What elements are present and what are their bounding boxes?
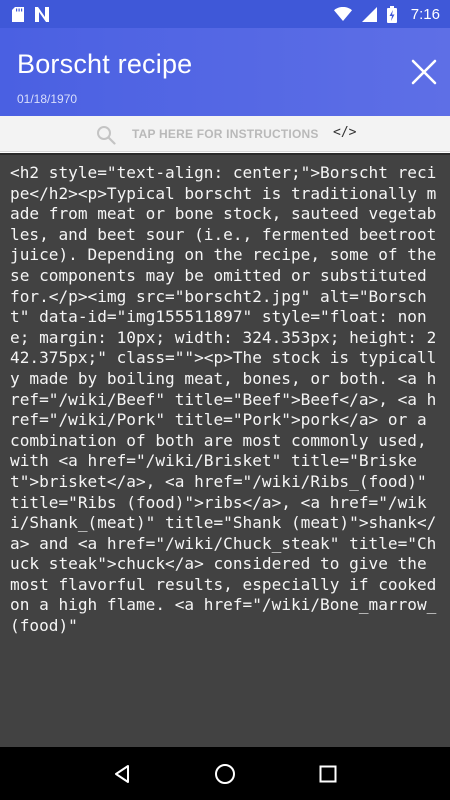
note-date: 01/18/1970 [17, 92, 78, 106]
code-view-toggle-button[interactable]: </> [333, 125, 356, 140]
recents-button[interactable] [308, 754, 348, 794]
html-source-editor[interactable]: <h2 style="text-align: center;">Borscht … [0, 153, 450, 747]
editor-content[interactable]: <h2 style="text-align: center;">Borscht … [0, 155, 450, 637]
instructions-bar[interactable]: TAP HERE FOR INSTRUCTIONS </> [0, 116, 450, 152]
nav-bar [0, 747, 450, 800]
status-left-group [12, 6, 50, 22]
back-button[interactable] [102, 754, 142, 794]
battery-charging-icon [386, 5, 397, 23]
app-bar: Borscht recipe 01/18/1970 [0, 28, 450, 116]
status-bar: 7:16 [0, 0, 450, 28]
back-icon [114, 764, 129, 783]
close-icon [411, 59, 437, 85]
sd-card-icon [12, 6, 24, 22]
recents-icon [319, 765, 337, 782]
home-icon [214, 763, 235, 784]
n-notification-icon [34, 6, 50, 22]
instructions-label[interactable]: TAP HERE FOR INSTRUCTIONS [132, 127, 319, 141]
status-time: 7:16 [410, 5, 440, 23]
wifi-icon [333, 7, 352, 21]
status-right-group: 7:16 [333, 5, 440, 23]
close-button[interactable] [408, 56, 440, 88]
search-icon [96, 125, 116, 149]
signal-icon [361, 6, 377, 22]
home-button[interactable] [205, 754, 245, 794]
page-title: Borscht recipe [17, 49, 193, 79]
